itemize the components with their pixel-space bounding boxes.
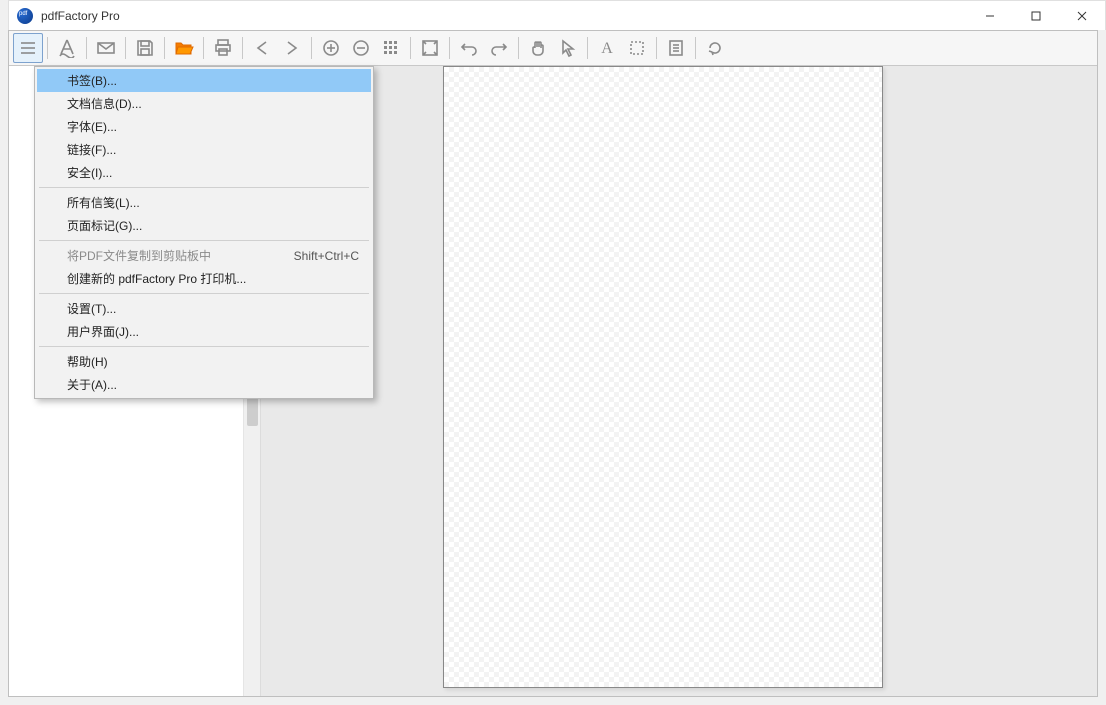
toolbar-separator [125,37,126,59]
menu-item-label: 字体(E)... [67,118,117,135]
window-controls [967,1,1105,31]
menu-item[interactable]: 关于(A)... [37,373,371,396]
save-button[interactable] [130,33,160,63]
menu-item[interactable]: 帮助(H) [37,350,371,373]
menu-item[interactable]: 所有信笺(L)... [37,191,371,214]
menu-item-label: 所有信笺(L)... [67,194,140,211]
toolbar-separator [518,37,519,59]
menu-item-label: 文档信息(D)... [67,95,142,112]
menu-separator [39,346,369,347]
notes-button[interactable] [661,33,691,63]
maximize-button[interactable] [1013,1,1059,31]
close-button[interactable] [1059,1,1105,31]
menu-item-label: 安全(I)... [67,164,112,181]
toolbar-separator [203,37,204,59]
toolbar-separator [86,37,87,59]
toolbar-separator [47,37,48,59]
titlebar: pdfFactory Pro [8,0,1106,30]
undo-button[interactable] [454,33,484,63]
open-button[interactable] [169,33,199,63]
redo-button[interactable] [484,33,514,63]
window-title: pdfFactory Pro [41,9,120,23]
page-preview[interactable] [443,66,883,688]
app-window: A 书签(B)... 文档信息(D)... 字体(E)... 链接(F)... 安全(I… [8,30,1098,697]
menu-item[interactable]: 创建新的 pdfFactory Pro 打印机... [37,267,371,290]
menu-item-label: 设置(T)... [67,300,116,317]
text-button[interactable]: A [592,33,622,63]
menu-item-label: 将PDF文件复制到剪贴板中 [67,247,211,264]
svg-text:A: A [601,40,613,57]
zoom-out-button[interactable] [346,33,376,63]
menu-item[interactable]: 设置(T)... [37,297,371,320]
toolbar-separator [410,37,411,59]
menu-item-label: 页面标记(G)... [67,217,142,234]
pointer-button[interactable] [553,33,583,63]
menu-item[interactable]: 链接(F)... [37,138,371,161]
preview-panel [261,66,1097,696]
toolbar-separator [587,37,588,59]
menu-item[interactable]: 将PDF文件复制到剪贴板中 Shift+Ctrl+C [37,244,371,267]
thumbnails-button[interactable] [376,33,406,63]
toolbar-separator [449,37,450,59]
menu-item[interactable]: 文档信息(D)... [37,92,371,115]
pan-button[interactable] [523,33,553,63]
toolbar-separator [164,37,165,59]
menu-item[interactable]: 用户界面(J)... [37,320,371,343]
menu-item-label: 关于(A)... [67,376,117,393]
forward-button[interactable] [277,33,307,63]
menu-separator [39,240,369,241]
fit-page-button[interactable] [415,33,445,63]
menu-separator [39,187,369,188]
rotate-button[interactable] [700,33,730,63]
toolbar-separator [695,37,696,59]
crop-button[interactable] [622,33,652,63]
pdf-button[interactable] [52,33,82,63]
menu-item[interactable]: 书签(B)... [37,69,371,92]
hamburger-menu-button[interactable] [13,33,43,63]
menu-item-label: 链接(F)... [67,141,116,158]
menu-item[interactable]: 页面标记(G)... [37,214,371,237]
menu-item-shortcut: Shift+Ctrl+C [294,249,359,263]
menu-separator [39,293,369,294]
back-button[interactable] [247,33,277,63]
menu-item-label: 创建新的 pdfFactory Pro 打印机... [67,270,246,287]
menu-item-label: 书签(B)... [67,72,117,89]
app-icon [17,8,33,24]
minimize-button[interactable] [967,1,1013,31]
toolbar-separator [656,37,657,59]
mail-button[interactable] [91,33,121,63]
main-menu-dropdown: 书签(B)... 文档信息(D)... 字体(E)... 链接(F)... 安全(I).… [34,66,374,399]
menu-item[interactable]: 字体(E)... [37,115,371,138]
toolbar-separator [311,37,312,59]
toolbar-separator [242,37,243,59]
menu-item-label: 帮助(H) [67,353,108,370]
zoom-in-button[interactable] [316,33,346,63]
toolbar: A [9,31,1097,66]
print-button[interactable] [208,33,238,63]
menu-item-label: 用户界面(J)... [67,323,139,340]
menu-item[interactable]: 安全(I)... [37,161,371,184]
